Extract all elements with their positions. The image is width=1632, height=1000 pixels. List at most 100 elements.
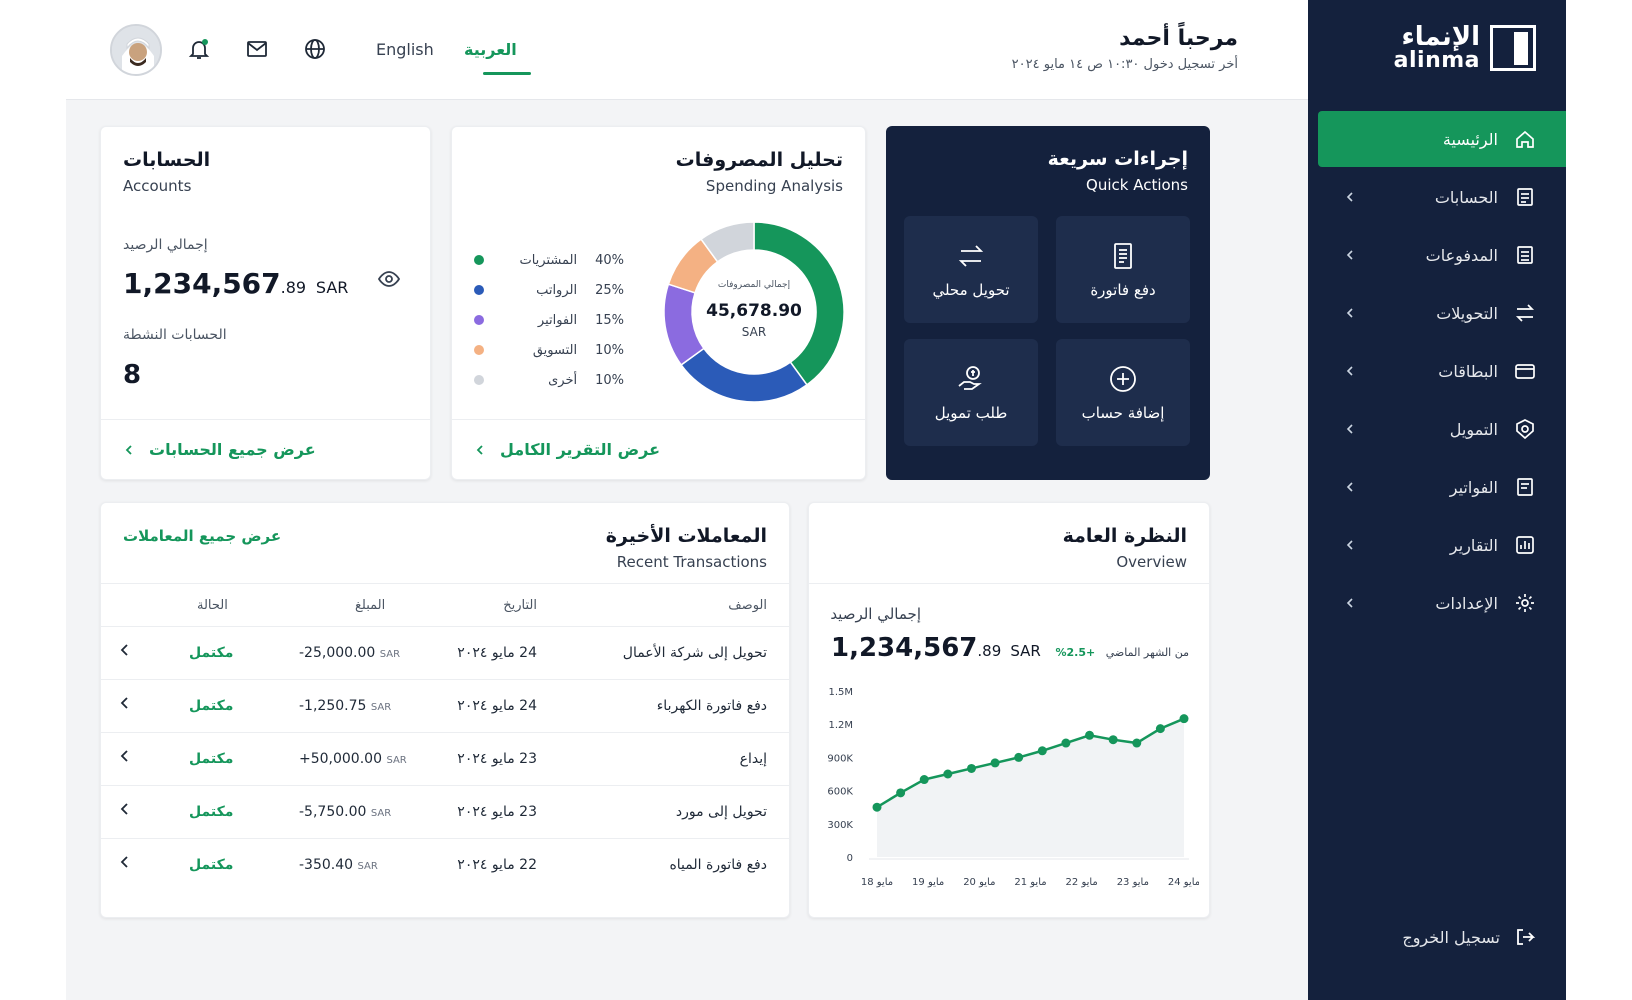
- balance-cents: .89: [280, 278, 307, 297]
- all-accounts-link[interactable]: عرض جميع الحسابات: [149, 440, 316, 459]
- sidebar-item-8[interactable]: الإعدادات: [1318, 575, 1566, 631]
- chevron-left-icon: [1340, 303, 1360, 323]
- transactions-title-en: Recent Transactions: [616, 553, 767, 571]
- full-report-link[interactable]: عرض التقرير الكامل: [500, 440, 660, 459]
- chevron-left-icon[interactable]: [119, 696, 131, 714]
- spending-title-ar: تحليل المصروفات: [675, 149, 843, 171]
- chevron-left-icon[interactable]: [119, 855, 131, 873]
- local-transfer-label: تحويل محلي: [932, 280, 1010, 299]
- sidebar-item-3[interactable]: التحويلات: [1318, 285, 1566, 341]
- legend-dot: [474, 315, 484, 325]
- data-point: [872, 802, 882, 812]
- logout-label: تسجيل الخروج: [1402, 927, 1500, 947]
- table-row[interactable]: دفع فاتورة المياه 22 مايو ٢٠٢٤ -350.40 SAR…: [101, 839, 789, 892]
- legend-item: المشتريات 40%: [474, 245, 624, 275]
- spending-title-en: Spending Analysis: [705, 177, 843, 195]
- mail-icon[interactable]: [244, 36, 270, 62]
- gear-icon: [1514, 592, 1536, 614]
- hand-coin-icon: [958, 365, 982, 390]
- eye-icon[interactable]: [377, 267, 401, 295]
- spending-donut-chart: إجمالي المصروفات 45,678.90 SAR: [663, 221, 845, 403]
- table-row[interactable]: دفع فاتورة الكهرباء 24 مايو ٢٠٢٤ -1,250.75…: [101, 680, 789, 733]
- accounts-card: الحسابات Accounts إجمالي الرصيد 1,234,56…: [100, 126, 431, 480]
- quick-actions-card: إجراءات سريعة Quick Actions دفع فاتورة ت…: [886, 126, 1210, 480]
- finance-icon: [1514, 418, 1536, 440]
- overview-balance-value: 1,234,567.89 SAR: [831, 633, 1041, 663]
- logo[interactable]: الإنماء alinma: [1394, 24, 1536, 72]
- tx-amount-value: -5,750.00: [299, 804, 367, 820]
- y-tick-label: 300K: [827, 820, 853, 831]
- legend-dot: [474, 255, 484, 265]
- table-row[interactable]: تحويل إلى شركة الأعمال 24 مايو ٢٠٢٤ -25,00…: [101, 627, 789, 680]
- quick-actions-title: إجراءات سريعة Quick Actions: [1048, 148, 1188, 194]
- tx-status: مكتمل: [189, 698, 234, 714]
- chevron-left-icon[interactable]: [119, 802, 131, 820]
- x-tick-label: 19 مايو: [912, 877, 944, 888]
- sidebar-item-label: الرئيسية: [1442, 129, 1498, 149]
- chevron-left-icon[interactable]: [119, 749, 131, 767]
- col-amount: المبلغ: [355, 598, 386, 613]
- add-account-button[interactable]: إضافة حساب: [1056, 339, 1190, 446]
- legend-name: التسويق: [532, 342, 578, 358]
- lang-english[interactable]: English: [376, 40, 434, 59]
- y-tick-label: 1.2M: [828, 720, 853, 731]
- tx-amount: -350.40 SAR: [299, 857, 378, 873]
- transfer-icon: [958, 244, 984, 267]
- lang-arabic[interactable]: العربية: [464, 40, 517, 59]
- legend-percent: 10%: [595, 342, 624, 358]
- sidebar-item-0[interactable]: الرئيسية: [1318, 111, 1566, 167]
- overview-line-chart: 0 300K 600K 900K 1.2M 1.5M 18 مايو 19 مايو 20 ما…: [827, 687, 1199, 888]
- tx-description: دفع فاتورة الكهرباء: [656, 698, 767, 714]
- col-date: التاريخ: [503, 598, 537, 613]
- tx-status: مكتمل: [189, 645, 234, 661]
- table-row[interactable]: تحويل إلى مورد 23 مايو ٢٠٢٤ -5,750.00 SAR م…: [101, 786, 789, 839]
- sidebar-item-label: التحويلات: [1436, 303, 1498, 323]
- table-row[interactable]: إيداع 23 مايو ٢٠٢٤ +50,000.00 SAR مكتمل: [101, 733, 789, 786]
- spending-card: تحليل المصروفات Spending Analysis المشتر…: [451, 126, 866, 480]
- sidebar-item-2[interactable]: المدفوعات: [1318, 227, 1566, 283]
- sidebar-item-label: التقارير: [1449, 535, 1498, 555]
- lang-active-indicator: [483, 72, 531, 75]
- globe-icon[interactable]: [302, 36, 328, 62]
- sidebar-item-label: المدفوعات: [1425, 245, 1498, 265]
- spending-legend: المشتريات 40% الرواتب 25% الفواتير 15% التسويق…: [474, 245, 624, 395]
- all-transactions-link[interactable]: عرض جميع المعاملات: [123, 527, 281, 545]
- sidebar-item-5[interactable]: التمويل: [1318, 401, 1566, 457]
- x-tick-label: 18 مايو: [861, 877, 893, 888]
- tx-date: 24 مايو ٢٠٢٤: [457, 698, 537, 714]
- chevron-left-icon[interactable]: [119, 643, 131, 661]
- pay-bill-button[interactable]: دفع فاتورة: [1056, 216, 1190, 323]
- overview-change-value: +2.5%: [1055, 646, 1096, 659]
- request-finance-button[interactable]: طلب تمويل: [904, 339, 1038, 446]
- chevron-left-icon[interactable]: [474, 444, 486, 456]
- active-accounts-label: الحسابات النشطة: [123, 327, 227, 343]
- data-point: [990, 758, 1000, 768]
- chevron-left-icon[interactable]: [123, 444, 135, 456]
- transfer-icon: [1514, 302, 1536, 324]
- transactions-title-ar: المعاملات الأخيرة: [605, 525, 767, 547]
- bell-icon[interactable]: [186, 36, 212, 62]
- overview-balance-cents: .89: [977, 642, 1002, 660]
- tx-amount-value: -25,000.00: [299, 645, 376, 661]
- sidebar-item-7[interactable]: التقارير: [1318, 517, 1566, 573]
- sidebar-item-1[interactable]: الحسابات: [1318, 169, 1566, 225]
- sidebar-item-4[interactable]: البطاقات: [1318, 343, 1566, 399]
- avatar[interactable]: [110, 24, 162, 76]
- accounts-title-en: Accounts: [123, 177, 192, 195]
- data-point: [966, 763, 976, 773]
- data-point: [1179, 714, 1189, 724]
- balance-currency: SAR: [315, 278, 349, 297]
- local-transfer-button[interactable]: تحويل محلي: [904, 216, 1038, 323]
- top-header: مرحباً أحمد أخر تسجيل دخول ١٠:٣٠ ص ١٤ ما…: [66, 0, 1308, 100]
- greeting-block: مرحباً أحمد أخر تسجيل دخول ١٠:٣٠ ص ١٤ ما…: [1012, 26, 1238, 72]
- chevron-left-icon: [1340, 477, 1360, 497]
- tx-status: مكتمل: [189, 751, 234, 767]
- spending-title: تحليل المصروفات Spending Analysis: [676, 149, 843, 195]
- overview-title: النظرة العامة Overview: [1063, 525, 1187, 571]
- data-point: [1155, 724, 1165, 734]
- sidebar-item-6[interactable]: الفواتير: [1318, 459, 1566, 515]
- logout-button[interactable]: تسجيل الخروج: [1402, 926, 1536, 948]
- accounts-title-ar: الحسابات: [123, 149, 211, 171]
- add-account-label: إضافة حساب: [1081, 403, 1165, 422]
- overview-change: من الشهر الماضي +2.5%: [1056, 646, 1190, 659]
